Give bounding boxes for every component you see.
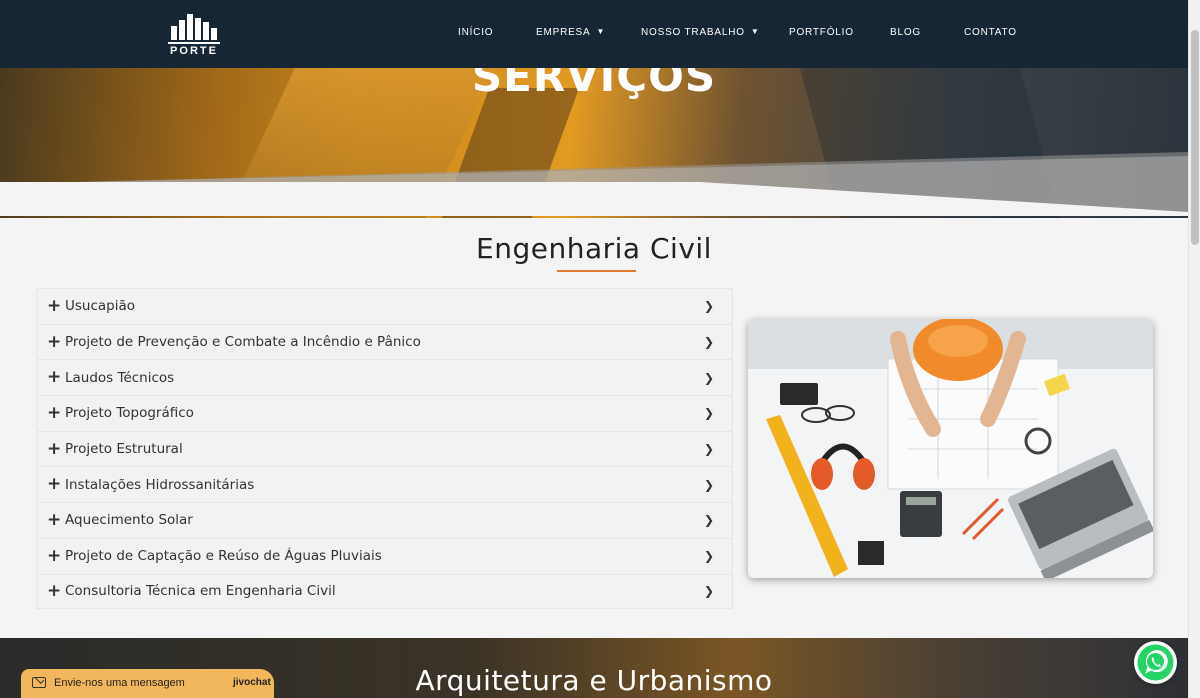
chat-widget-brand: jivochat — [233, 677, 271, 688]
accordion-item[interactable]: + Aquecimento Solar ❯ — [36, 502, 733, 538]
chevron-right-icon: ❯ — [703, 584, 714, 599]
chat-widget[interactable]: Envie-nos uma mensagem jivochat — [21, 669, 274, 698]
plus-icon: + — [47, 580, 62, 601]
plus-icon: + — [47, 438, 62, 459]
hero-wave-divider — [0, 152, 1188, 216]
building-logo-icon — [168, 14, 220, 40]
engineer-desk-photo — [748, 319, 1153, 578]
chevron-right-icon: ❯ — [703, 549, 714, 564]
hero-title: SERVIÇOS — [471, 68, 717, 101]
chevron-right-icon: ❯ — [703, 370, 714, 385]
accordion-item[interactable]: + Projeto Topográfico ❯ — [36, 395, 733, 431]
chevron-right-icon: ❯ — [703, 513, 714, 528]
plus-icon: + — [47, 367, 62, 388]
plus-icon: + — [47, 402, 62, 423]
plus-icon: + — [47, 474, 62, 495]
section-title: Engenharia Civil — [476, 232, 712, 265]
chevron-down-icon: ▼ — [596, 27, 606, 36]
accordion-item[interactable]: + Projeto Estrutural ❯ — [36, 430, 733, 467]
logo-text: PORTE — [168, 42, 220, 57]
plus-icon: + — [47, 295, 62, 316]
chat-widget-label: Envie-nos uma mensagem — [54, 677, 185, 689]
services-accordion: + Usucapião ❯ + Projeto de Prevenção e Comb… — [36, 288, 733, 610]
accordion-item[interactable]: + Projeto de Prevenção e Combate a Incênd… — [36, 323, 733, 360]
title-underline — [557, 270, 636, 272]
accordion-item[interactable]: + Consultoria Técnica em Engenharia Civil… — [36, 573, 733, 610]
plus-icon: + — [47, 509, 62, 530]
site-header: PORTE INÍCIO EMPRESA ▼ NOSSO TRABALHO ▼ PO… — [0, 0, 1188, 68]
nav-portfolio[interactable]: PORTFÓLIO — [789, 27, 854, 38]
nav-empresa[interactable]: EMPRESA ▼ — [536, 27, 605, 38]
accordion-item[interactable]: + Laudos Técnicos ❯ — [36, 359, 733, 396]
chevron-down-icon: ▼ — [750, 27, 760, 36]
plus-icon: + — [47, 331, 62, 352]
accordion-item[interactable]: + Instalações Hidrossanitárias ❯ — [36, 466, 733, 503]
whatsapp-icon — [1137, 644, 1174, 681]
accordion-item[interactable]: + Usucapião ❯ — [36, 288, 733, 324]
nav-nosso-trabalho[interactable]: NOSSO TRABALHO ▼ — [641, 27, 760, 38]
porte-logo[interactable]: PORTE — [168, 14, 220, 57]
whatsapp-button[interactable] — [1134, 641, 1177, 684]
chevron-right-icon: ❯ — [703, 477, 714, 492]
nav-inicio[interactable]: INÍCIO — [458, 27, 493, 38]
chevron-right-icon: ❯ — [703, 442, 714, 457]
nav-blog[interactable]: BLOG — [890, 27, 921, 38]
scrollbar-thumb[interactable] — [1191, 30, 1199, 245]
accordion-item[interactable]: + Projeto de Captação e Reúso de Águas Pl… — [36, 537, 733, 574]
chevron-right-icon: ❯ — [703, 335, 714, 350]
nav-contato[interactable]: CONTATO — [964, 27, 1017, 38]
plus-icon: + — [47, 545, 62, 566]
chevron-right-icon: ❯ — [703, 299, 714, 314]
chevron-right-icon: ❯ — [703, 406, 714, 421]
envelope-icon — [32, 677, 46, 688]
page-scrollbar[interactable] — [1188, 0, 1200, 698]
